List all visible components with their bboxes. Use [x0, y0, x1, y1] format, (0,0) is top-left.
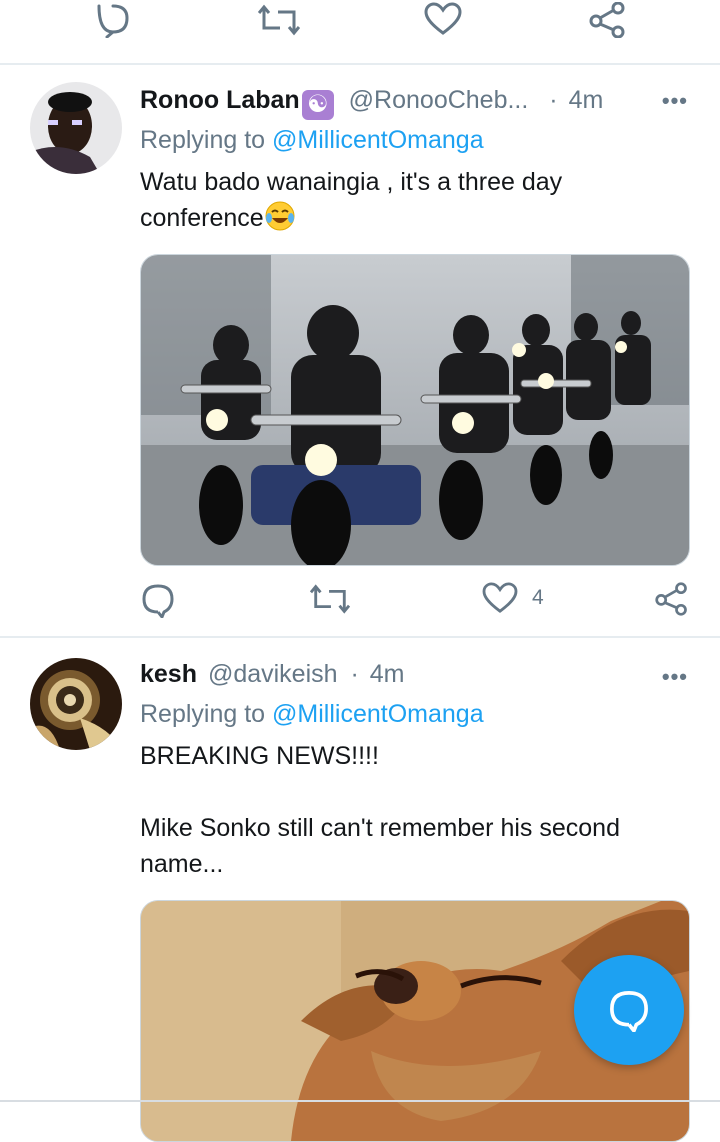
yin-yang-badge-icon: ☯ — [301, 90, 334, 120]
like-icon — [424, 2, 462, 35]
retweet-button[interactable] — [310, 582, 350, 616]
tweet-text: BREAKING NEWS!!!! Mike Sonko still can't… — [140, 738, 700, 882]
reply-button[interactable] — [93, 2, 133, 43]
share-icon — [655, 582, 687, 616]
more-options-icon[interactable]: ••• — [662, 664, 688, 690]
separator-dot: · — [549, 86, 558, 114]
share-icon — [589, 1, 625, 39]
tweet-media-image[interactable] — [140, 254, 690, 566]
bottom-divider — [0, 1100, 720, 1102]
tweet-text: Watu bado wanaingia , it's a three day c… — [140, 164, 620, 242]
display-name[interactable]: kesh — [140, 660, 197, 688]
retweet-icon — [310, 584, 350, 614]
like-count: 4 — [532, 586, 544, 609]
motorcycle-rally-photo — [141, 255, 689, 565]
tweet-header: kesh @davikeish · 4m — [140, 660, 700, 689]
tweet-actions: 4 — [0, 582, 720, 622]
replying-to-label: Replying to — [140, 700, 266, 728]
like-icon — [482, 582, 518, 613]
user-handle[interactable]: @RonooCheb... — [349, 86, 529, 114]
replying-to: Replying to @MillicentOmanga — [140, 126, 484, 155]
mention-link[interactable]: @MillicentOmanga — [272, 126, 484, 154]
tweet-text-line: Mike Sonko still can't remember his seco… — [140, 814, 620, 878]
tweet-header: Ronoo Laban ☯ @RonooCheb... · 4m — [140, 86, 700, 120]
retweet-icon — [257, 4, 301, 36]
timestamp[interactable]: 4m — [370, 660, 405, 688]
previous-tweet-actions — [0, 0, 720, 62]
avatar-photo — [30, 82, 122, 174]
compose-reply-icon — [610, 991, 648, 1032]
avatar-photo — [30, 658, 122, 750]
avatar[interactable] — [30, 658, 122, 750]
replying-to: Replying to @MillicentOmanga — [140, 700, 484, 729]
share-button[interactable] — [654, 582, 690, 616]
retweet-button[interactable] — [257, 4, 301, 41]
reply-icon — [97, 4, 129, 39]
more-options-icon[interactable]: ••• — [662, 88, 688, 114]
reply-icon — [142, 584, 174, 618]
avatar[interactable] — [30, 82, 122, 174]
reply-button[interactable] — [140, 582, 176, 618]
share-button[interactable] — [588, 1, 628, 43]
like-button[interactable] — [424, 2, 462, 41]
separator-dot: · — [350, 660, 359, 688]
user-handle[interactable]: @davikeish — [208, 660, 338, 688]
tweet-text-line: BREAKING NEWS!!!! — [140, 742, 379, 770]
replying-to-label: Replying to — [140, 126, 266, 154]
like-button[interactable]: 4 — [482, 582, 544, 614]
mention-link[interactable]: @MillicentOmanga — [272, 700, 484, 728]
display-name[interactable]: Ronoo Laban — [140, 86, 300, 114]
tweet[interactable]: Ronoo Laban ☯ @RonooCheb... · 4m ••• Repl… — [0, 64, 720, 636]
compose-reply-button[interactable] — [574, 955, 684, 1065]
tweet-text-content: Watu bado wanaingia , it's a three day c… — [140, 168, 563, 232]
timestamp[interactable]: 4m — [569, 86, 604, 114]
tears-of-joy-emoji-icon — [264, 200, 296, 242]
